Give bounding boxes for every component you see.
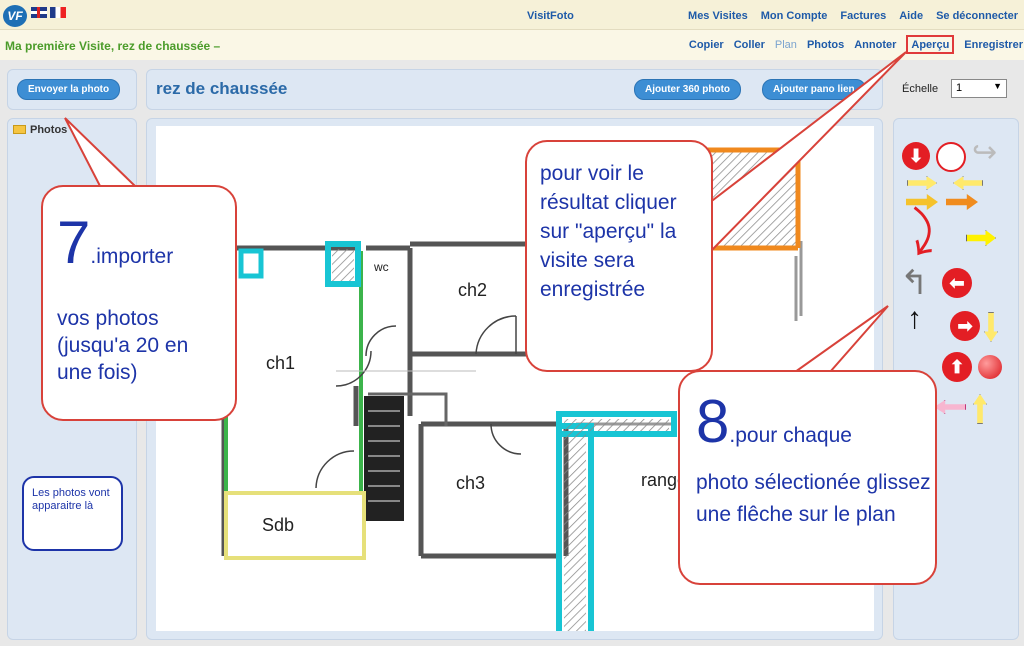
callout-8-number: 8 <box>696 388 730 455</box>
callout-7-number: 7 <box>57 209 91 276</box>
callout-import-photos: 7.importer vos photos (jusqu'a 20 en une… <box>41 185 237 421</box>
callout-7-body: vos photos (jusqu'a 20 en une fois) <box>57 307 189 384</box>
callout-8-heading: .pour chaque <box>729 424 852 447</box>
callout-7-heading: .importer <box>90 245 174 268</box>
callout-apercu: pour voir le résultat cliquer sur "aperç… <box>525 140 713 372</box>
callout-8-body: photo sélectionée glissez une flêche sur… <box>696 471 931 526</box>
callout-apercu-text: pour voir le résultat cliquer sur "aperç… <box>540 162 677 301</box>
callout-drag-arrow: 8.pour chaque photo sélectionée glissez … <box>678 370 937 585</box>
